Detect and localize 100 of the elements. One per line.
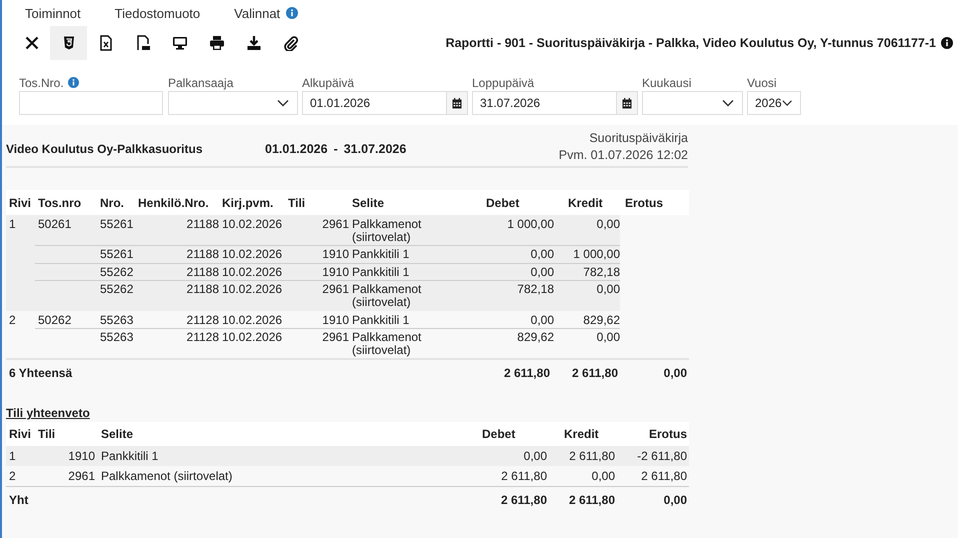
table-cell: 0,00 (530, 247, 554, 262)
table-cell: 1 (9, 449, 16, 464)
table-cell: 0,00 (524, 449, 547, 464)
table-cell: 1910 (322, 264, 349, 279)
field-label: Palkansaaja (168, 76, 234, 90)
column-header: Nro. (99, 196, 125, 210)
total-label: 6 Yhteensä (8, 366, 74, 380)
table-cell: 10.02.2026 (222, 282, 282, 296)
table-cell: 21188 (186, 247, 219, 262)
chevron-down-icon (277, 99, 289, 107)
table-cell: 0,00 (530, 264, 554, 279)
report-type: Suorituspäiväkirja (589, 131, 688, 145)
print-date: Pvm. 01.07.2026 12:02 (558, 148, 688, 162)
table-cell: Pankkitili 1 (352, 247, 410, 262)
table-cell: 0,00 (530, 312, 554, 327)
table-cell: 55262 (100, 282, 134, 296)
field-label: Loppupäivä (472, 76, 534, 90)
table-cell: -2 611,80 (637, 449, 687, 464)
dropdown-field[interactable] (642, 91, 743, 115)
menu-item[interactable]: Toiminnot (25, 6, 81, 20)
column-header: Tos.nro (37, 196, 82, 210)
table-cell: 2 611,80 (569, 449, 615, 464)
total-cell-text: 0,00 (662, 366, 688, 380)
table-cell: 55263 (100, 330, 134, 344)
field-label: Vuosi (747, 76, 777, 90)
table-cell: 21128 (186, 330, 219, 344)
field-label: Alkupäivä (302, 76, 354, 90)
table-cell: 2 (9, 469, 16, 484)
table-cell: 2 611,80 (501, 469, 547, 484)
date-field[interactable]: 31.07.2026 (472, 91, 638, 115)
table-cell: 0,00 (596, 217, 620, 231)
table-cell: Palkkamenot (siirtovelat) (352, 330, 422, 357)
table-cell: 2961 (322, 282, 349, 296)
report-title: Raportti - 901 - Suorituspäiväkirja - Palkka, Video Koulutus Oy, Y-tunnus 7061177-1 (446, 36, 936, 50)
table-cell: 55261 (100, 247, 134, 262)
column-header: Debet (485, 196, 520, 210)
calendar-icon (452, 98, 462, 108)
table-cell: 782,18 (517, 282, 554, 296)
total-cell-text: 2 611,80 (568, 493, 616, 508)
table-cell: 55261 (100, 217, 134, 231)
table-cell: 1910 (68, 449, 95, 464)
table-cell: 10.02.2026 (222, 217, 282, 231)
table-cell: 829,62 (517, 330, 554, 344)
table-cell: Palkkamenot (siirtovelat) (352, 282, 422, 309)
report-company: Video Koulutus Oy-Palkkasuoritus (6, 141, 204, 156)
table-cell: 21188 (186, 282, 219, 296)
report-date: 01.01.2026 (265, 142, 328, 156)
column-header: Kirj.pvm. (221, 196, 274, 210)
pdf-file-icon (134, 35, 150, 51)
total-label: Yht (8, 493, 30, 508)
field-label: Kuukausi (642, 76, 692, 90)
table-cell: 1 000,00 (573, 247, 620, 262)
column-header: Henkilö.Nro. (137, 196, 210, 210)
table-cell: Palkkamenot (siirtovelat) (352, 217, 422, 244)
date-field[interactable]: 01.01.2026 (302, 91, 468, 115)
table-cell: 21188 (186, 264, 219, 279)
table-cell: Pankkitili 1 (101, 449, 158, 464)
column-header: Tili (37, 427, 56, 442)
table-cell: 1910 (322, 312, 349, 327)
date-separator: - (334, 142, 338, 156)
column-header: Selite (351, 196, 386, 210)
column-header: Debet (481, 427, 516, 442)
chevron-down-icon (722, 99, 734, 107)
table-cell: 2961 (68, 469, 95, 484)
column-header: Kredit (567, 196, 604, 210)
chevron-down-icon (782, 99, 792, 107)
text-field[interactable] (19, 91, 163, 115)
column-header: Tili (287, 196, 306, 210)
table-cell: 2961 (322, 330, 349, 344)
table-cell: 1 (9, 217, 16, 231)
column-header: Rivi (8, 196, 32, 210)
paperclip-icon (282, 35, 298, 51)
table-cell: 782,18 (583, 264, 620, 279)
table-cell: 0,00 (592, 469, 615, 484)
info-icon (286, 7, 298, 19)
table-cell: 2961 (322, 217, 349, 231)
table-cell: 50261 (38, 217, 72, 231)
total-cell-text: 2 611,80 (500, 493, 548, 508)
column-header: Rivi (8, 427, 32, 442)
field-label: Tos.Nro. (19, 76, 64, 90)
dropdown-field[interactable] (168, 91, 298, 115)
total-cell-text: 0,00 (662, 493, 688, 508)
total-cell-text: 2 611,80 (570, 366, 619, 380)
close-icon (24, 35, 40, 51)
column-header: Erotus (648, 427, 688, 442)
html-button[interactable] (50, 26, 87, 60)
table-cell: 0,00 (596, 282, 620, 296)
info-icon (68, 77, 79, 88)
info-icon (941, 37, 953, 49)
column-header: Selite (100, 427, 134, 442)
menu-item[interactable]: Tiedostomuoto (114, 6, 200, 20)
dropdown-field[interactable]: 2026 (747, 91, 801, 115)
table-cell: 1 000,00 (507, 217, 554, 231)
menu-item[interactable]: Valinnat (234, 6, 280, 20)
printer-icon (208, 35, 224, 51)
table-cell: 10.02.2026 (222, 247, 282, 262)
section-title: Tili yhteenveto (6, 406, 90, 420)
table-cell: 10.02.2026 (222, 330, 282, 344)
table-cell: 0,00 (596, 330, 620, 344)
table-cell: 21188 (186, 217, 219, 231)
